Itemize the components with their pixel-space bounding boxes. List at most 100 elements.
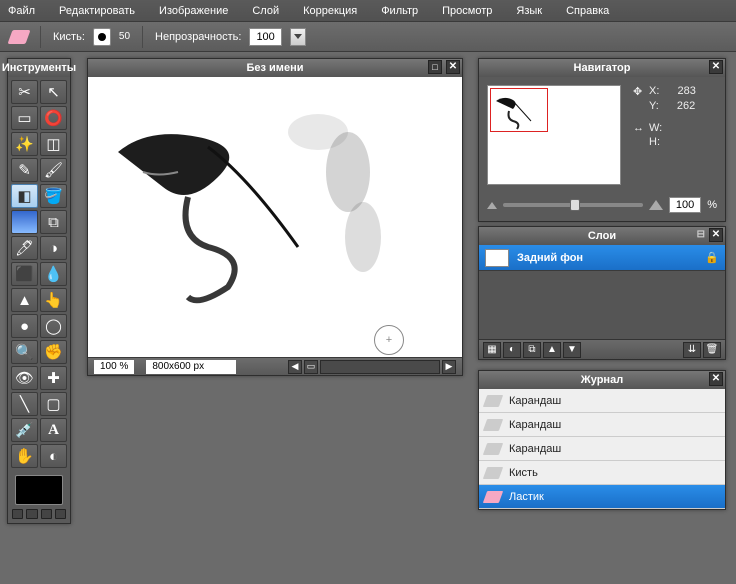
navigator-title: Навигатор [574,62,631,74]
menu-lang[interactable]: Язык [516,5,542,17]
select-tool[interactable]: ◫ [40,132,67,156]
layer-item[interactable]: Задний фон 🔒 [479,245,725,271]
y-label: Y: [649,100,659,112]
merge-icon[interactable]: ⇊ [683,342,701,358]
history-list: Карандаш Карандаш Карандаш Кисть Ластик [479,389,725,509]
canvas-header[interactable]: Без имени □ ✕ [88,59,462,77]
zoom-readout[interactable]: 100 % [94,360,134,374]
menu-image[interactable]: Изображение [159,5,228,17]
history-item[interactable]: Карандаш [479,413,725,437]
move-tool[interactable]: ↖ [40,80,67,104]
zoom-out-icon[interactable] [487,202,497,209]
line-tool[interactable]: ╲ [11,392,38,416]
zoom-slider[interactable] [503,203,643,207]
eraser-tool[interactable]: ◧ [11,184,38,208]
pin-icon[interactable]: ⊟ [697,229,705,240]
replace-tool[interactable]: ◑ [40,236,67,260]
layer-name: Задний фон [517,252,583,264]
text-tool[interactable]: A [40,418,67,442]
pencil-tool[interactable]: ✎ [11,158,38,182]
gradient-tool[interactable] [11,210,38,234]
foreground-color[interactable] [15,475,63,505]
swatch-extra2[interactable] [55,509,66,519]
history-item[interactable]: Ластик [479,485,725,509]
default-colors[interactable] [26,509,37,519]
delete-layer-icon[interactable]: 🗑 [703,342,721,358]
menu-file[interactable]: Файл [8,5,35,17]
layers-footer: ▦ ◐ ⧉ ▲ ▼ ⇊ 🗑 [479,339,725,359]
scroll-left-icon[interactable]: ◀ [288,360,302,374]
opacity-label: Непрозрачность: [155,31,241,43]
marquee-tool[interactable]: ▭ [11,106,38,130]
brush-preview[interactable] [93,28,111,46]
new-layer-icon[interactable]: ▦ [483,342,501,358]
clone-tool[interactable]: ⧉ [40,210,67,234]
maximize-icon[interactable]: □ [428,60,442,74]
navigator-thumbnail[interactable] [487,85,621,185]
opacity-input[interactable]: 100 [249,28,281,46]
menu-bar: Файл Редактировать Изображение Слой Корр… [0,0,736,22]
crop-tool[interactable]: ✂ [11,80,38,104]
pencil-icon [483,443,503,455]
scroll-thumb[interactable]: ▭ [304,360,318,374]
y-value: 262 [677,100,695,112]
extra-tool[interactable]: ◐ [40,444,67,468]
canvas-strokes [88,77,462,357]
dodge-tool[interactable]: ◯ [40,314,67,338]
close-icon[interactable]: ✕ [446,60,460,74]
layer-thumbnail[interactable] [485,249,509,267]
move-up-icon[interactable]: ▲ [543,342,561,358]
history-header[interactable]: Журнал ✕ [479,371,725,389]
layers-header[interactable]: Слои ⊟ ✕ [479,227,725,245]
bucket-tool[interactable]: 🪣 [40,184,67,208]
heal-tool[interactable]: ✚ [40,366,67,390]
close-icon[interactable]: ✕ [709,60,723,74]
stamp-tool[interactable]: 🖊 [11,236,38,260]
history-item[interactable]: Карандаш [479,389,725,413]
history-item[interactable]: Кисть [479,461,725,485]
move-down-icon[interactable]: ▼ [563,342,581,358]
toolbox-title: Инструменты [2,62,76,74]
menu-adjust[interactable]: Коррекция [303,5,357,17]
canvas-area[interactable]: + [88,77,462,357]
burn-tool[interactable]: ✊ [40,340,67,364]
mask-icon[interactable]: ◐ [503,342,521,358]
redeye-tool[interactable]: 👁 [11,366,38,390]
smudge-tool[interactable]: 👆 [40,288,67,312]
zoom-input[interactable]: 100 [669,197,701,213]
zoom-in-icon[interactable] [649,200,663,210]
lock-icon[interactable]: 🔒 [705,251,719,264]
menu-view[interactable]: Просмотр [442,5,492,17]
menu-layer[interactable]: Слой [252,5,279,17]
dimensions-readout: 800x600 px [146,360,236,374]
sharpen-tool[interactable]: ▲ [11,288,38,312]
close-icon[interactable]: ✕ [709,228,723,242]
menu-help[interactable]: Справка [566,5,609,17]
swap-colors[interactable] [12,509,23,519]
scroll-right-icon[interactable]: ▶ [442,360,456,374]
blur-tool[interactable]: 💧 [40,262,67,286]
opacity-dropdown[interactable] [290,28,306,46]
shape-tool[interactable]: ⬛ [11,262,38,286]
close-icon[interactable]: ✕ [709,372,723,386]
history-label: Кисть [509,467,538,479]
scrollbar-track[interactable] [320,360,440,374]
swatch-extra[interactable] [41,509,52,519]
brush-icon [483,467,503,479]
sponge-tool[interactable]: ● [11,314,38,338]
history-item[interactable]: Карандаш [479,437,725,461]
zoom-tool[interactable]: 🔍 [11,340,38,364]
brush-tool[interactable]: 🖌 [40,158,67,182]
toolbox-header[interactable]: Инструменты [8,59,70,77]
rect-tool[interactable]: ▢ [40,392,67,416]
menu-filter[interactable]: Фильтр [381,5,418,17]
menu-edit[interactable]: Редактировать [59,5,135,17]
navigator-header[interactable]: Навигатор ✕ [479,59,725,77]
zoom-slider-knob[interactable] [570,199,580,211]
wand-tool[interactable]: ✨ [11,132,38,156]
brush-label: Кисть: [53,31,85,43]
lasso-tool[interactable]: ⭕ [40,106,67,130]
hand-tool[interactable]: ✋ [11,444,38,468]
eyedrop-tool[interactable]: 💉 [11,418,38,442]
duplicate-icon[interactable]: ⧉ [523,342,541,358]
